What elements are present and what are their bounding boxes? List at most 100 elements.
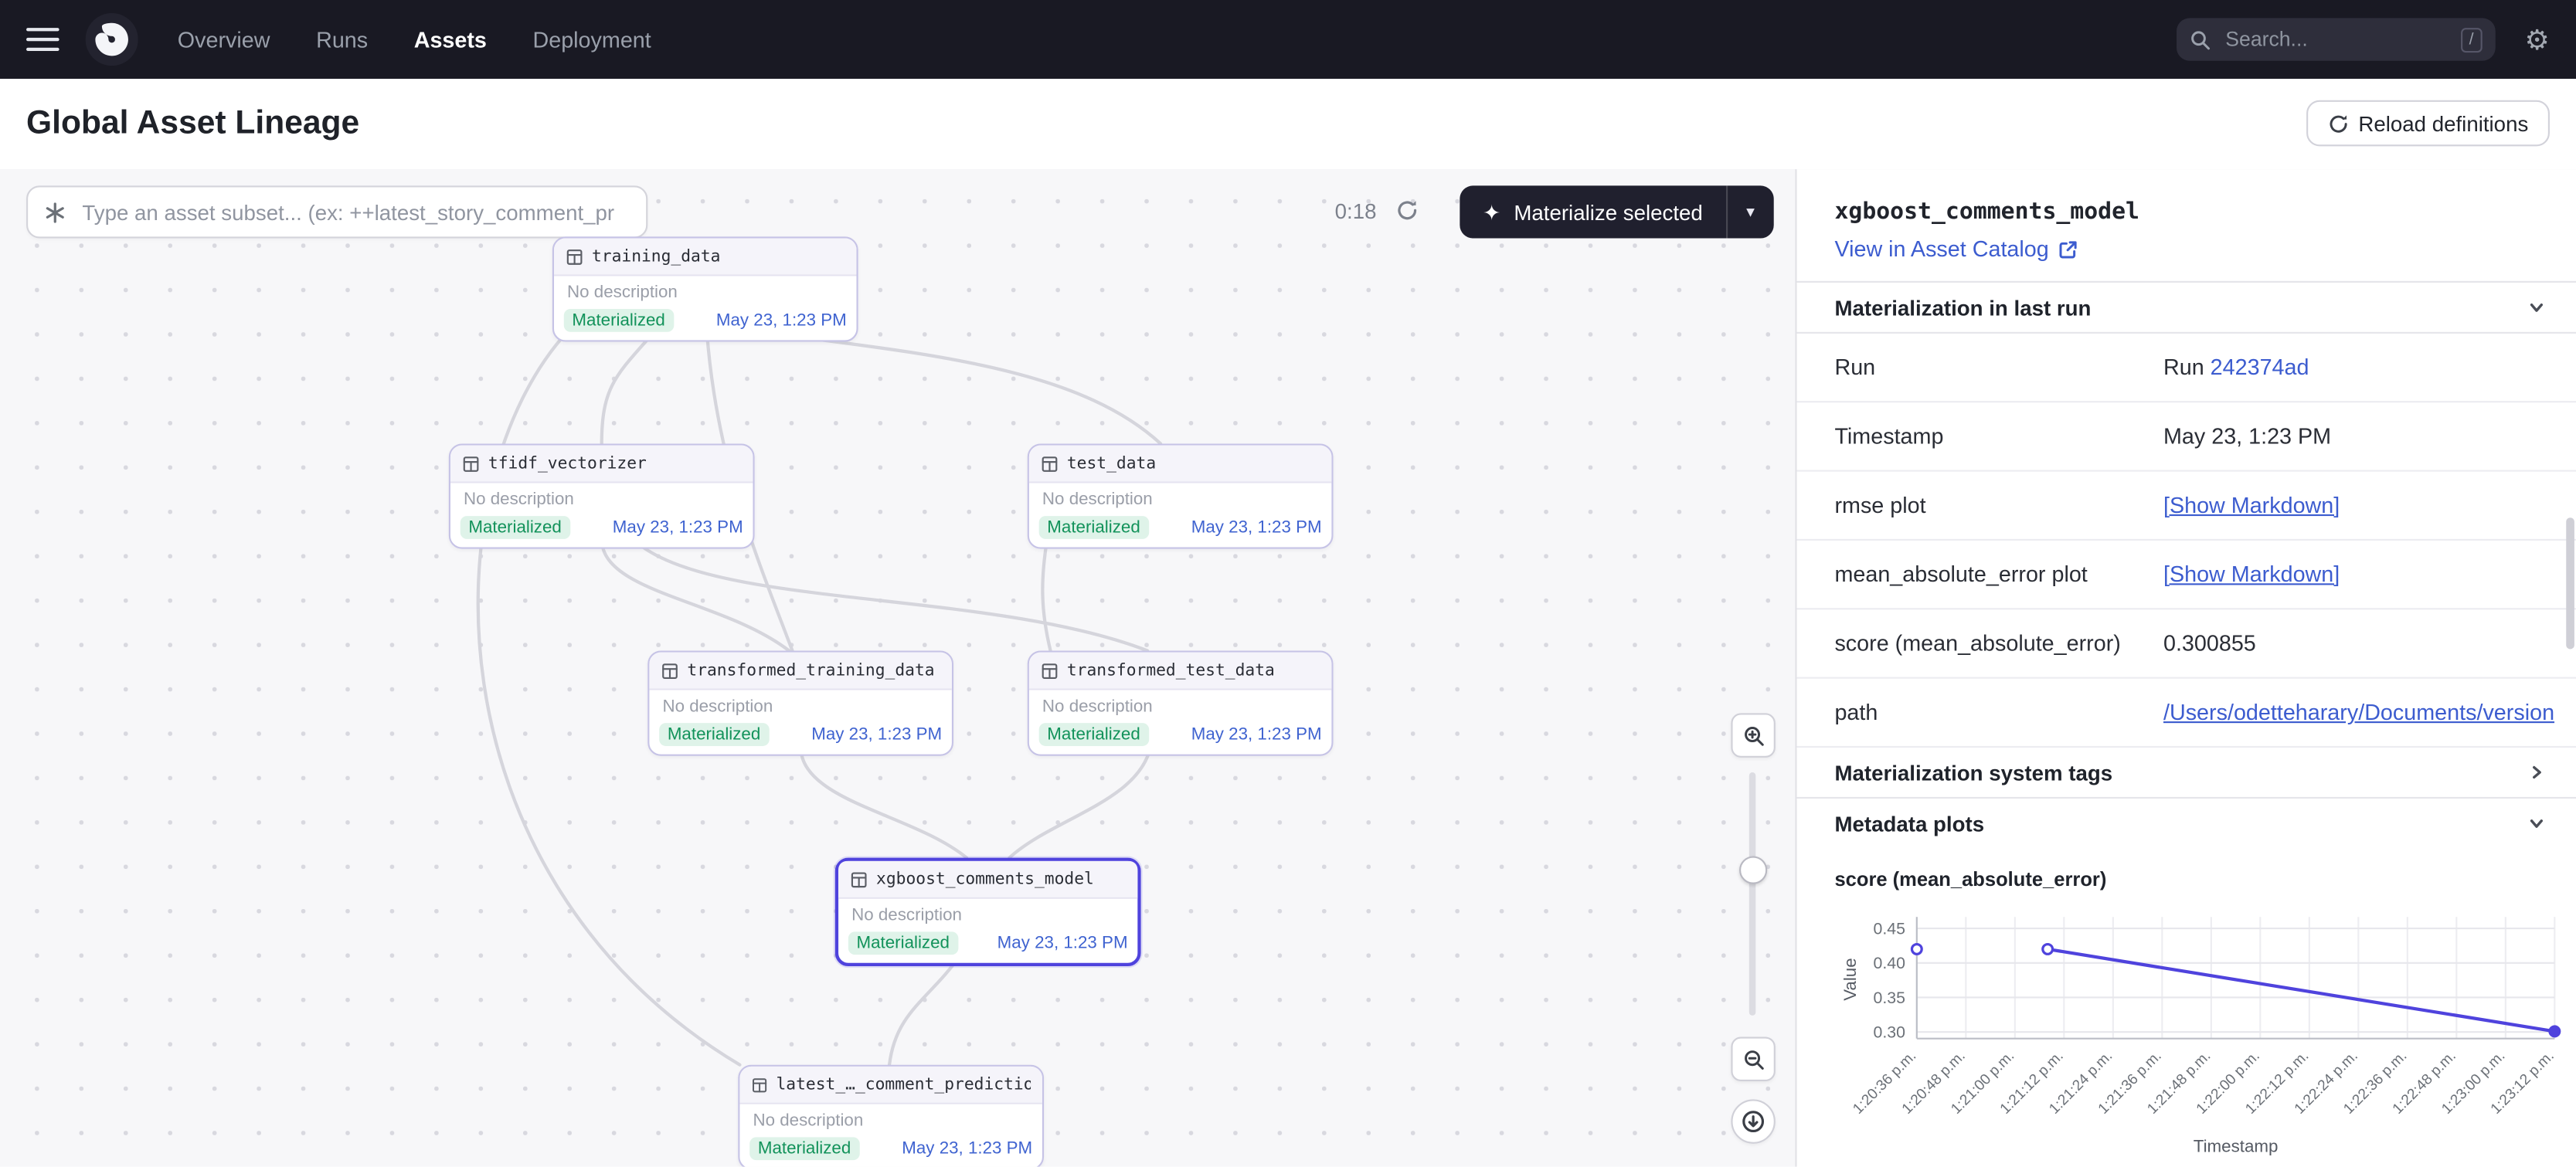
asset-name: transformed_training_data [687, 661, 934, 679]
asset-node-training-data[interactable]: training_data No description Materialize… [552, 236, 858, 341]
table-icon [850, 870, 868, 888]
refresh-icon[interactable] [1395, 198, 1419, 222]
zoom-slider-handle[interactable] [1739, 857, 1767, 884]
asset-description: No description [1029, 483, 1331, 513]
asset-node-test-data[interactable]: test_data No description Materialized Ma… [1028, 443, 1334, 548]
svg-text:0.40: 0.40 [1874, 954, 1905, 972]
status-badge: Materialized [460, 516, 570, 539]
asset-detail-panel: xgboost_comments_model View in Asset Cat… [1795, 169, 2576, 1166]
materialization-timestamp[interactable]: May 23, 1:23 PM [902, 1138, 1032, 1159]
gear-icon[interactable]: ⚙ [2525, 25, 2550, 53]
show-markdown-link[interactable]: [Show Markdown] [2163, 493, 2340, 517]
nav-item-overview[interactable]: Overview [178, 27, 270, 52]
table-row: Run Run 242374ad [1797, 334, 2576, 402]
materialize-button-group: ✦ Materialize selected ▾ [1460, 185, 1773, 238]
status-badge: Materialized [1039, 516, 1149, 539]
status-badge: Materialized [564, 309, 674, 332]
search-input[interactable] [2222, 26, 2449, 53]
row-value: May 23, 1:23 PM [2163, 424, 2576, 449]
asset-node-tfidf-vectorizer[interactable]: tfidf_vectorizer No description Material… [449, 443, 755, 548]
recenter-button[interactable] [1731, 1099, 1775, 1143]
materialization-timestamp[interactable]: May 23, 1:23 PM [613, 517, 743, 538]
row-key: Run [1797, 355, 2163, 380]
row-value: 0.300855 [2163, 631, 2576, 656]
materialization-timestamp[interactable]: May 23, 1:23 PM [997, 933, 1128, 953]
zoom-out-icon [1742, 1047, 1765, 1070]
path-link[interactable]: /Users/odetteharary/Documents/version [2163, 700, 2554, 724]
table-row: score (mean_absolute_error) 0.300855 [1797, 609, 2576, 678]
view-in-asset-catalog-link[interactable]: View in Asset Catalog [1834, 236, 2538, 261]
table-icon [566, 247, 583, 265]
svg-text:Value: Value [1840, 958, 1860, 1000]
global-search[interactable]: / [2176, 18, 2495, 60]
external-link-icon [2059, 239, 2079, 260]
materialization-timestamp[interactable]: May 23, 1:23 PM [811, 724, 942, 745]
asset-node-transformed-training-data[interactable]: transformed_training_data No description… [647, 651, 953, 756]
run-link[interactable]: 242374ad [2211, 355, 2309, 380]
page-header: Global Asset Lineage Reload definitions [0, 79, 2576, 171]
materialization-timestamp[interactable]: May 23, 1:23 PM [1191, 724, 1322, 745]
section-materialization-system-tags[interactable]: Materialization system tags [1797, 748, 2576, 799]
zoom-out-button[interactable] [1731, 1037, 1775, 1081]
materialize-selected-button[interactable]: ✦ Materialize selected [1460, 185, 1725, 238]
hamburger-icon[interactable] [26, 28, 59, 51]
materialization-timestamp[interactable]: May 23, 1:23 PM [716, 310, 847, 331]
top-nav-right: / ⚙ [2176, 18, 2550, 60]
lineage-graph[interactable]: 0:18 ✦ Materialize selected ▾ training_d… [0, 169, 1795, 1166]
row-value: Run 242374ad [2163, 355, 2576, 380]
status-badge: Materialized [848, 931, 958, 955]
nav-item-runs[interactable]: Runs [316, 27, 368, 52]
section-materialization-last-run[interactable]: Materialization in last run [1797, 281, 2576, 334]
section-metadata-plots[interactable]: Metadata plots [1797, 799, 2576, 848]
table-row: path /Users/odetteharary/Documents/versi… [1797, 679, 2576, 748]
zoom-in-button[interactable] [1731, 713, 1775, 757]
asset-name: xgboost_comments_model [876, 870, 1094, 888]
asset-name: transformed_test_data [1067, 661, 1275, 679]
svg-text:0.45: 0.45 [1874, 920, 1905, 938]
materialization-timestamp[interactable]: May 23, 1:23 PM [1191, 517, 1322, 538]
asset-description: No description [739, 1104, 1042, 1134]
asset-node-latest-comment-predictions[interactable]: latest_…_comment_predictions No descript… [738, 1065, 1044, 1167]
search-icon [2189, 29, 2211, 50]
zoom-slider[interactable] [1749, 772, 1756, 1016]
dagster-logo-icon[interactable] [86, 13, 138, 66]
nav-item-assets[interactable]: Assets [414, 27, 487, 52]
asset-description: No description [838, 899, 1137, 928]
status-badge: Materialized [749, 1137, 859, 1160]
show-markdown-link[interactable]: [Show Markdown] [2163, 562, 2340, 587]
asset-node-transformed-test-data[interactable]: transformed_test_data No description Mat… [1028, 651, 1334, 756]
asset-description: No description [450, 483, 753, 513]
asset-filter-field[interactable] [26, 185, 647, 238]
status-badge: Materialized [1039, 723, 1149, 746]
table-row: rmse plot [Show Markdown] [1797, 472, 2576, 541]
search-shortcut-key: / [2461, 27, 2482, 52]
nav-links: Overview Runs Assets Deployment [178, 27, 651, 52]
asset-filter-input[interactable] [79, 198, 630, 226]
svg-text:0.30: 0.30 [1874, 1023, 1905, 1042]
materialize-dropdown-button[interactable]: ▾ [1726, 185, 1774, 238]
row-key: rmse plot [1797, 493, 2163, 517]
page-title: Global Asset Lineage [26, 105, 359, 143]
asset-description: No description [554, 276, 856, 305]
row-key: Timestamp [1797, 424, 2163, 449]
table-icon [1041, 661, 1059, 679]
reload-definitions-button[interactable]: Reload definitions [2306, 100, 2550, 147]
table-icon [751, 1076, 768, 1094]
nav-item-deployment[interactable]: Deployment [532, 27, 651, 52]
elapsed-time: 0:18 [1335, 185, 1377, 238]
asset-node-xgboost-comments-model[interactable]: xgboost_comments_model No description Ma… [835, 858, 1141, 966]
asset-description: No description [1029, 690, 1331, 720]
row-key: path [1797, 700, 2163, 724]
row-key: mean_absolute_error plot [1797, 562, 2163, 587]
top-nav: Overview Runs Assets Deployment / ⚙ [0, 0, 2576, 79]
asset-name: tfidf_vectorizer [488, 454, 647, 472]
table-icon [1041, 454, 1059, 472]
app-window: Overview Runs Assets Deployment / ⚙ Glob… [0, 0, 2576, 1167]
svg-text:Timestamp: Timestamp [2194, 1136, 2279, 1155]
circle-down-arrow-icon [1741, 1109, 1765, 1134]
table-row: Timestamp May 23, 1:23 PM [1797, 402, 2576, 471]
chevron-down-icon [2527, 297, 2547, 317]
panel-scrollbar[interactable] [2566, 517, 2574, 649]
chevron-down-icon: ▾ [1746, 203, 1755, 221]
asset-name: training_data [592, 247, 721, 265]
